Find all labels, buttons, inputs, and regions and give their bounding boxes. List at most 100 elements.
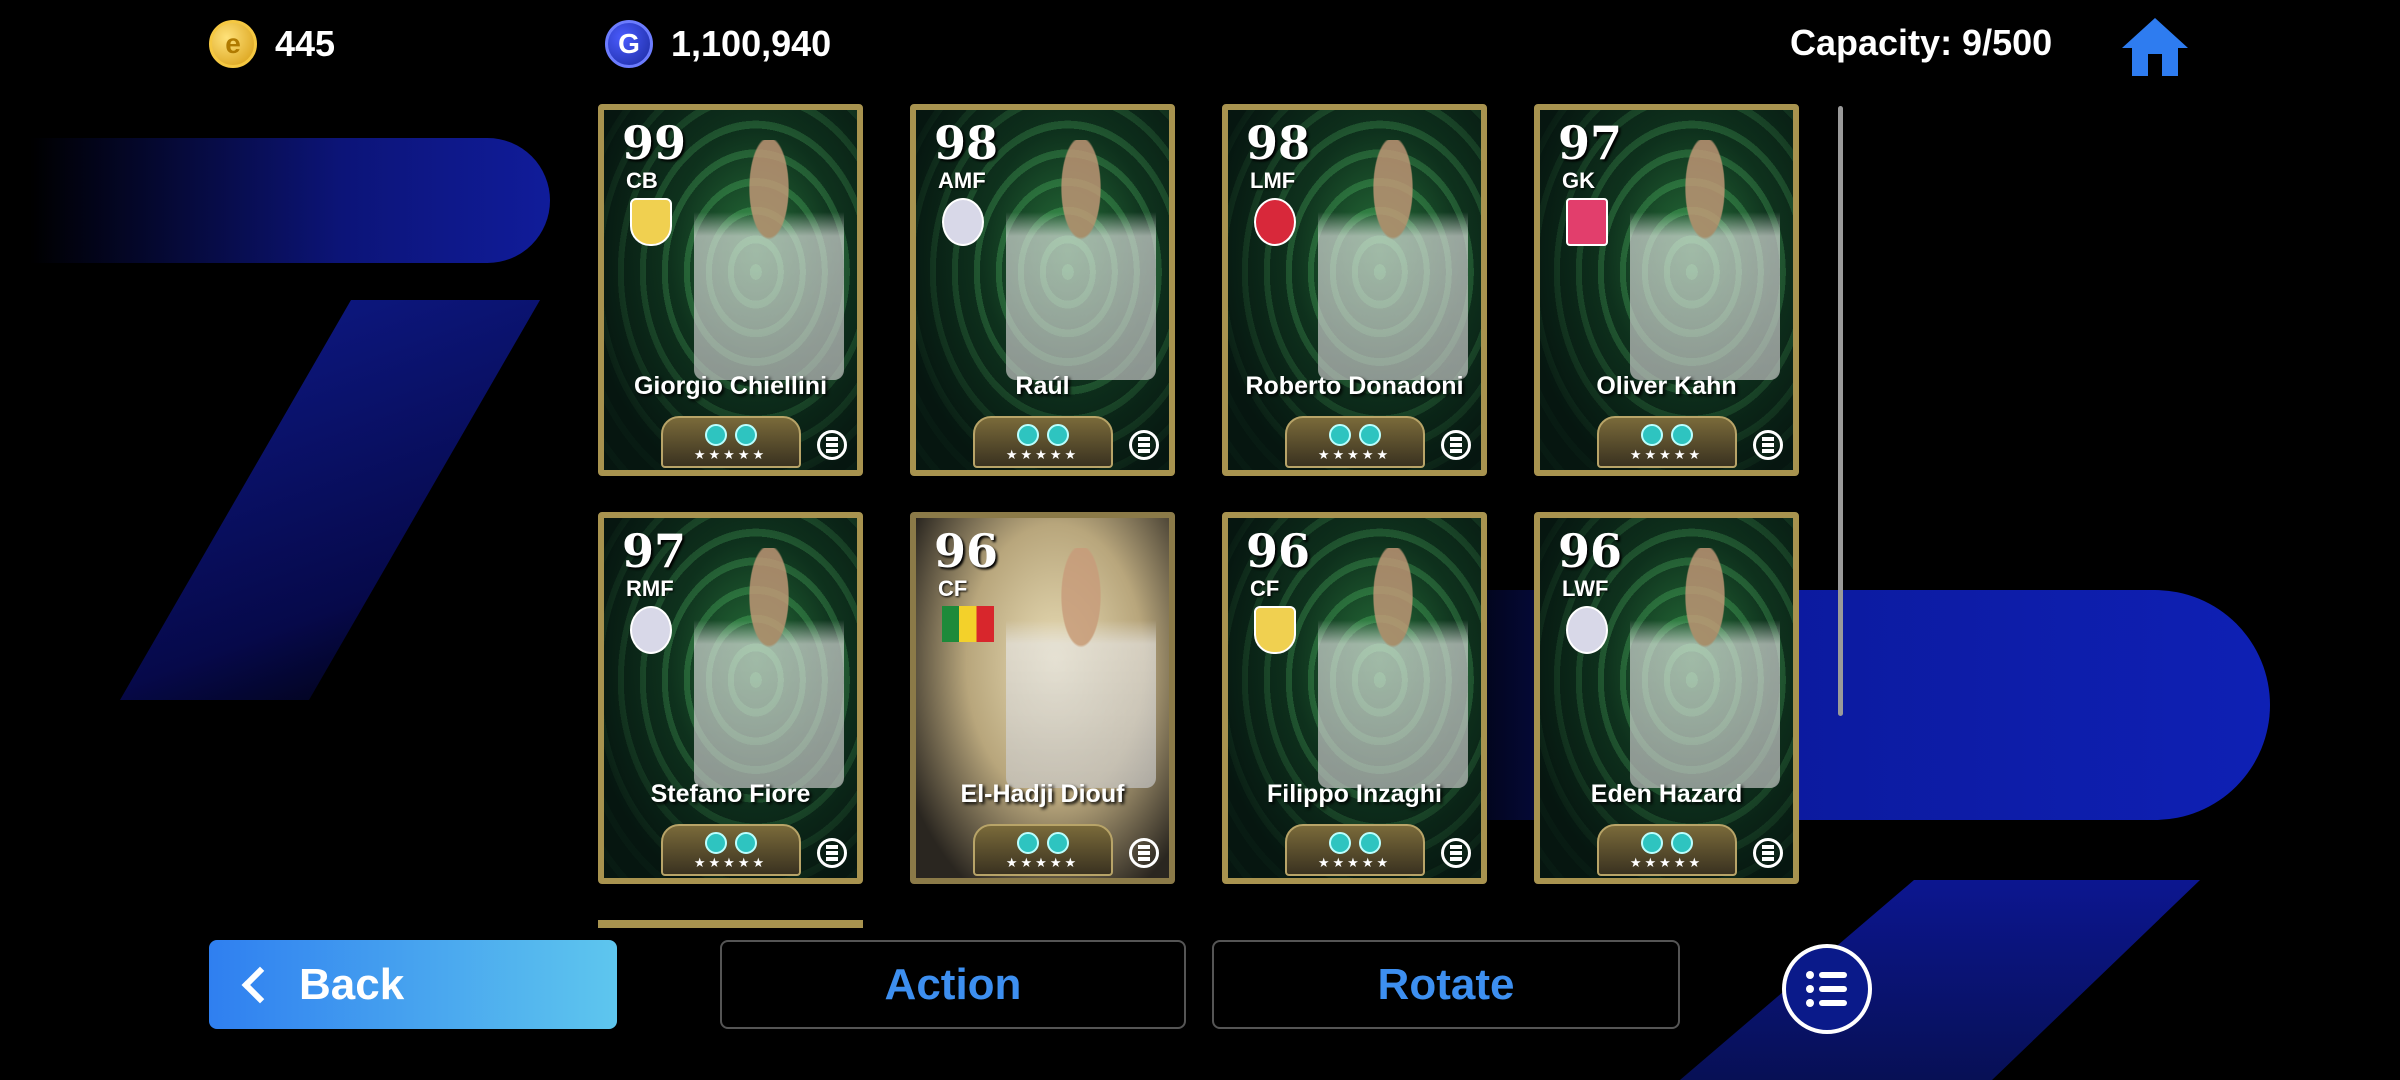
rotate-button[interactable]: Rotate (1212, 940, 1680, 1029)
rotate-label: Rotate (1377, 959, 1515, 1009)
card-footer: ★★★★★ (1284, 416, 1425, 468)
scrollbar[interactable] (1838, 106, 1843, 716)
efootball-logo-icon (1441, 838, 1471, 868)
player-name: El-Hadji Diouf (960, 780, 1125, 808)
back-label: Back (299, 959, 405, 1009)
player-position: LWF (1562, 576, 1609, 601)
list-menu-button[interactable] (1782, 944, 1872, 1034)
efootball-logo-icon (1753, 838, 1783, 868)
card-footer: ★★★★★ (1596, 416, 1737, 468)
player-image (1006, 140, 1156, 380)
player-image (1006, 548, 1156, 788)
club-badge-icon (1566, 606, 1608, 654)
skill-icon (1016, 832, 1039, 854)
action-button[interactable]: Action (720, 940, 1186, 1029)
card-footer: ★★★★★ (660, 824, 801, 876)
card-footer: ★★★★★ (972, 416, 1113, 468)
star-rating-icon: ★★★★★ (1005, 447, 1080, 462)
player-image (1630, 548, 1780, 788)
club-badge-icon (1254, 606, 1296, 654)
skill-icon (1358, 424, 1381, 446)
player-position: AMF (938, 168, 986, 193)
player-position: GK (1562, 168, 1595, 193)
skill-icon (1640, 832, 1663, 854)
club-badge-icon (1566, 198, 1608, 246)
skill-icon (1670, 832, 1693, 854)
home-button[interactable] (2120, 14, 2190, 78)
efootball-logo-icon (1129, 838, 1159, 868)
player-card[interactable]: 99 CB Giorgio Chiellini ★★★★★ (598, 104, 863, 476)
skill-icon (1046, 424, 1069, 446)
skill-icon (1016, 424, 1039, 446)
gp-balance: G 1,100,940 (605, 20, 831, 68)
efootball-logo-icon (1129, 430, 1159, 460)
club-badge-icon (1254, 198, 1296, 246)
player-card[interactable]: 96 LWF Eden Hazard ★★★★★ (1534, 512, 1799, 884)
player-image (694, 140, 844, 380)
card-footer: ★★★★★ (660, 416, 801, 468)
background-shape (120, 300, 540, 700)
star-rating-icon: ★★★★★ (693, 855, 768, 870)
top-bar: e 445 G 1,100,940 Capacity: 9/500 (0, 0, 2400, 90)
home-icon (2122, 18, 2188, 76)
back-button[interactable]: Back (209, 940, 617, 1029)
star-rating-icon: ★★★★★ (1317, 855, 1392, 870)
player-card[interactable]: 97 GK Oliver Kahn ★★★★★ (1534, 104, 1799, 476)
player-name: Giorgio Chiellini (633, 372, 828, 400)
star-rating-icon: ★★★★★ (693, 447, 768, 462)
player-rating: 99 (622, 116, 687, 170)
skill-icon (734, 424, 757, 446)
coin-balance: e 445 (209, 20, 335, 68)
card-footer: ★★★★★ (1596, 824, 1737, 876)
player-image (1318, 140, 1468, 380)
player-image (1630, 140, 1780, 380)
player-card[interactable]: 96 CF Filippo Inzaghi ★★★★★ (1222, 512, 1487, 884)
star-rating-icon: ★★★★★ (1005, 855, 1080, 870)
efootball-logo-icon (1441, 430, 1471, 460)
player-name: Roberto Donadoni (1245, 372, 1464, 400)
player-name: Eden Hazard (1590, 780, 1743, 808)
player-card[interactable]: 98 AMF Raúl ★★★★★ (910, 104, 1175, 476)
player-card-partial (598, 920, 863, 928)
star-rating-icon: ★★★★★ (1317, 447, 1392, 462)
player-card[interactable]: 96 CF El-Hadji Diouf ★★★★★ (910, 512, 1175, 884)
skill-icon (1670, 424, 1693, 446)
gp-icon: G (605, 20, 653, 68)
capacity-label: Capacity: 9/500 (1790, 22, 2053, 63)
card-footer: ★★★★★ (1284, 824, 1425, 876)
player-name: Stefano Fiore (650, 780, 811, 808)
player-position: LMF (1250, 168, 1296, 193)
player-image (694, 548, 844, 788)
player-card[interactable]: 98 LMF Roberto Donadoni ★★★★★ (1222, 104, 1487, 476)
list-icon (1806, 971, 1847, 1007)
star-rating-icon: ★★★★★ (1629, 855, 1704, 870)
efootball-logo-icon (1753, 430, 1783, 460)
skill-icon (1358, 832, 1381, 854)
player-rating: 97 (1558, 116, 1623, 170)
card-footer: ★★★★★ (972, 824, 1113, 876)
skill-icon (704, 832, 727, 854)
national-flag-icon (942, 606, 994, 642)
chevron-left-icon (241, 966, 279, 1003)
player-rating: 96 (1558, 524, 1623, 578)
player-image (1318, 548, 1468, 788)
skill-icon (734, 832, 757, 854)
club-badge-icon (630, 606, 672, 654)
player-name: Oliver Kahn (1596, 372, 1737, 400)
action-label: Action (884, 959, 1022, 1009)
skill-icon (1328, 424, 1351, 446)
gp-count: 1,100,940 (671, 23, 832, 64)
skill-icon (1046, 832, 1069, 854)
player-rating: 98 (1246, 116, 1311, 170)
player-position: RMF (626, 576, 674, 601)
player-card[interactable]: 97 RMF Stefano Fiore ★★★★★ (598, 512, 863, 884)
skill-icon (1640, 424, 1663, 446)
skill-icon (1328, 832, 1351, 854)
player-rating: 96 (934, 524, 999, 578)
player-position: CF (938, 576, 968, 601)
efootball-logo-icon (817, 430, 847, 460)
club-badge-icon (942, 198, 984, 246)
player-rating: 98 (934, 116, 999, 170)
player-position: CF (1250, 576, 1280, 601)
efootball-coin-icon: e (209, 20, 257, 68)
